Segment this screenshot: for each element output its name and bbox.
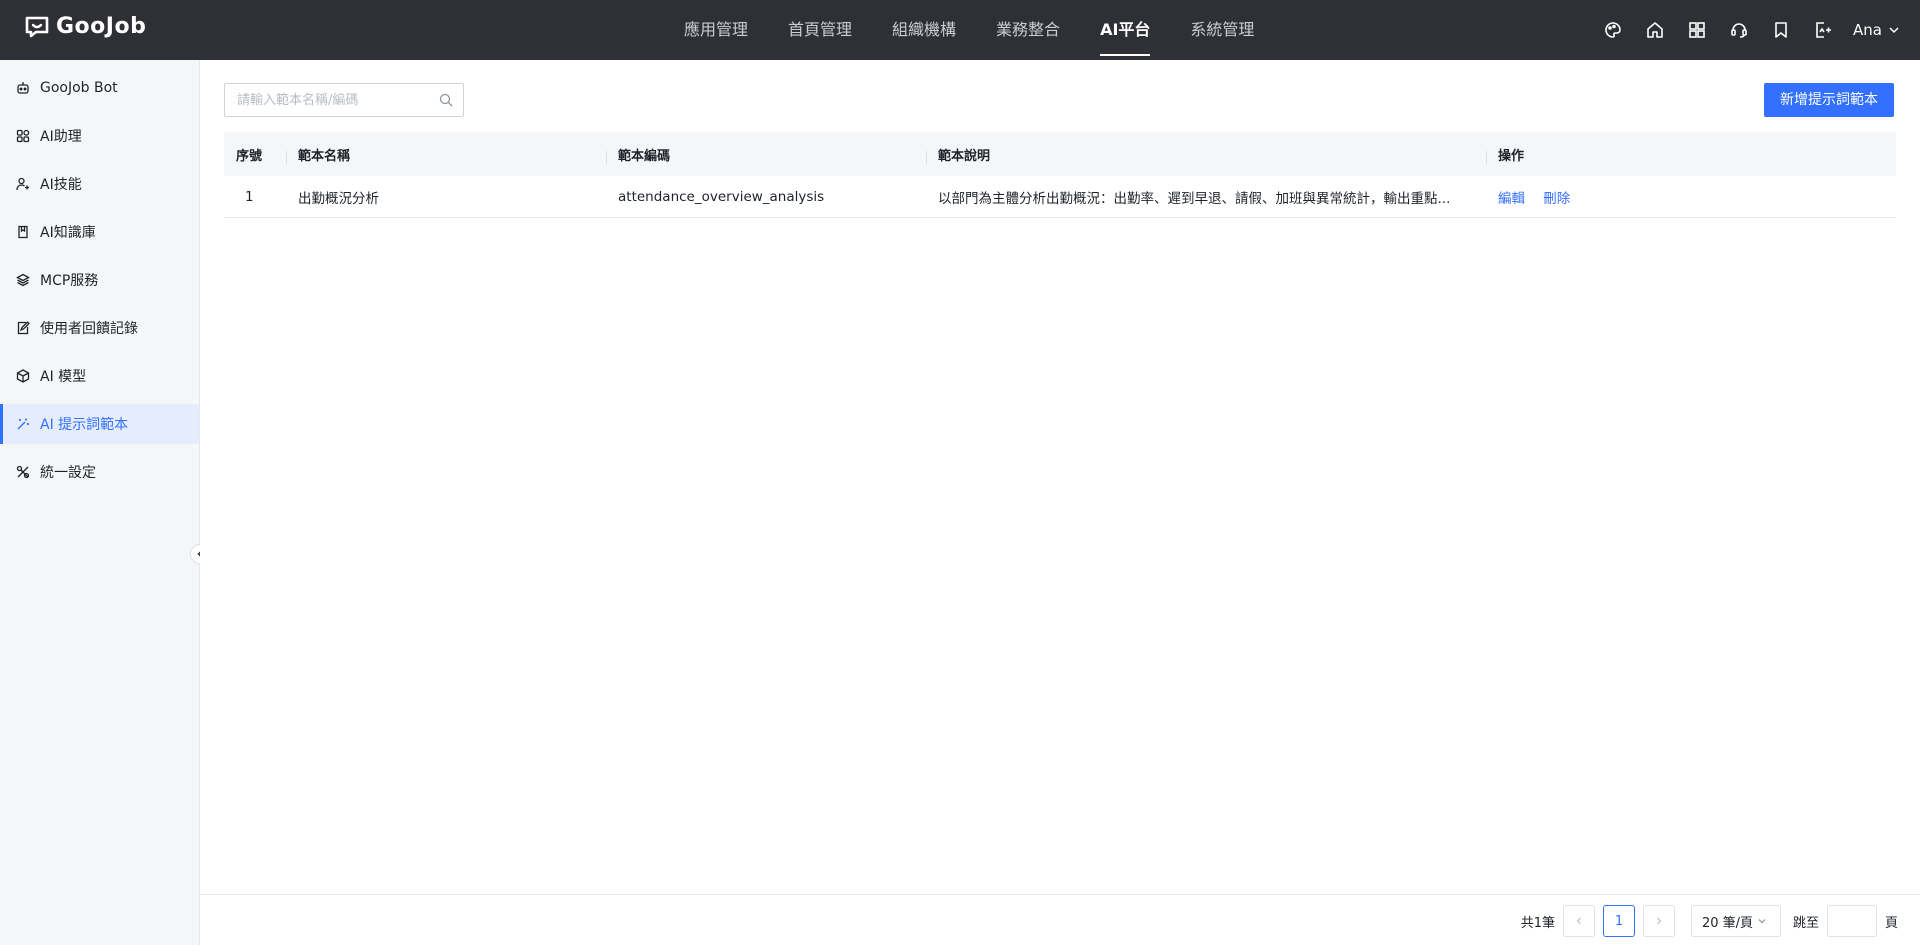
palette-icon[interactable]	[1601, 18, 1625, 42]
search-icon[interactable]	[439, 93, 453, 107]
chevron-down-icon	[1889, 27, 1899, 34]
grid-apps-icon[interactable]	[1685, 18, 1709, 42]
search-box	[224, 83, 464, 117]
delete-link[interactable]: 刪除	[1543, 191, 1570, 207]
column-header-code: 範本編碼	[606, 145, 926, 164]
page-number-button[interactable]: 1	[1602, 905, 1635, 937]
column-header-name: 範本名稱	[286, 145, 606, 164]
sidebar-item-ai-knowledge-base[interactable]: AI知識庫	[0, 212, 199, 252]
logo-mark-icon	[25, 16, 49, 37]
sidebar-item-label: AI 提示詞範本	[40, 417, 129, 433]
pagination-bar: 共1筆 1 20 筆/頁 跳至 頁	[200, 894, 1920, 945]
page-size-value: 20 筆/頁	[1701, 915, 1754, 931]
sidebar-item-label: MCP服務	[40, 273, 99, 289]
magic-wand-icon	[17, 418, 29, 430]
user-menu[interactable]: Ana	[1853, 21, 1900, 39]
cell-index: 1	[245, 188, 254, 205]
sidebar-item-label: AI助理	[40, 129, 82, 145]
home-icon[interactable]	[1643, 18, 1667, 42]
logo-text: GooJob	[56, 14, 147, 39]
top-navigation-bar: GooJob 應用管理 首頁管理 組織機構 業務整合 AI平台 系統管理 Ana	[0, 0, 1920, 60]
sidebar-item-label: AI 模型	[40, 369, 87, 385]
column-header-actions: 操作	[1486, 145, 1896, 164]
robot-icon	[17, 82, 29, 94]
sidebar-item-label: AI知識庫	[40, 225, 96, 241]
sidebar-item-goojob-bot[interactable]: GooJob Bot	[0, 68, 199, 108]
main-nav: 應用管理 首頁管理 組織機構 業務整合 AI平台 系統管理	[664, 0, 1274, 60]
jump-page-input[interactable]	[1826, 905, 1877, 937]
total-count: 共1筆	[1520, 915, 1555, 931]
sidebar-item-ai-model[interactable]: AI 模型	[0, 356, 199, 396]
sidebar: GooJob Bot AI助理 AI技能 AI知識庫 MCP服務 使用者回饋記錄…	[0, 60, 210, 945]
sidebar-item-label: GooJob Bot	[40, 80, 118, 96]
bookmark-icon[interactable]	[1769, 18, 1793, 42]
user-name: Ana	[1853, 21, 1882, 39]
main-content: 新增提示詞範本 序號 範本名稱 範本編碼 範本說明 操作 1 出勤概況分析 at…	[200, 60, 1920, 945]
tools-icon	[16, 465, 30, 479]
nav-ai-platform[interactable]: AI平台	[1080, 0, 1170, 60]
nav-system-management[interactable]: 系統管理	[1170, 0, 1274, 60]
nav-app-management[interactable]: 應用管理	[664, 0, 768, 60]
chevron-left-icon	[1576, 917, 1581, 925]
search-input[interactable]	[225, 84, 425, 116]
add-prompt-template-button[interactable]: 新增提示詞範本	[1764, 83, 1894, 117]
nav-home-management[interactable]: 首頁管理	[768, 0, 872, 60]
sidebar-item-unified-settings[interactable]: 統一設定	[0, 452, 199, 492]
apps-icon	[16, 129, 30, 143]
table-header: 序號 範本名稱 範本編碼 範本說明 操作	[224, 132, 1896, 176]
column-header-description: 範本說明	[926, 145, 1486, 164]
page-suffix: 頁	[1884, 915, 1898, 931]
cell-actions: 編輯 刪除	[1486, 187, 1896, 207]
next-page-button[interactable]	[1642, 905, 1675, 937]
support-headset-icon[interactable]	[1727, 18, 1751, 42]
page-size-select[interactable]: 20 筆/頁	[1690, 905, 1781, 937]
edit-link[interactable]: 編輯	[1498, 191, 1525, 207]
sidebar-item-label: 統一設定	[40, 465, 96, 481]
sidebar-item-ai-prompt-template[interactable]: AI 提示詞範本	[0, 404, 199, 444]
jump-label: 跳至	[1792, 915, 1819, 931]
skill-icon	[16, 177, 29, 191]
export-image-icon[interactable]	[1811, 18, 1835, 42]
cell-code: attendance_overview_analysis	[618, 188, 825, 205]
layers-icon	[16, 273, 30, 287]
cell-name: 出勤概況分析	[298, 190, 379, 207]
chevron-right-icon	[1657, 917, 1662, 925]
cell-description: 以部門為主體分析出勤概況：出勤率、遲到早退、請假、加班與異常統計，輸出重點...	[938, 190, 1451, 207]
sidebar-item-ai-assistant[interactable]: AI助理	[0, 116, 199, 156]
prev-page-button[interactable]	[1562, 905, 1595, 937]
sidebar-item-label: 使用者回饋記錄	[40, 321, 138, 337]
feedback-icon	[17, 321, 30, 335]
sidebar-item-label: AI技能	[40, 177, 82, 193]
pagination: 共1筆 1 20 筆/頁 跳至 頁	[1521, 905, 1898, 937]
template-table: 序號 範本名稱 範本編碼 範本說明 操作 1 出勤概況分析 attendance…	[224, 132, 1896, 218]
chevron-down-icon	[1758, 919, 1766, 924]
nav-organization[interactable]: 組織機構	[872, 0, 976, 60]
column-header-index: 序號	[236, 148, 263, 164]
sidebar-item-ai-skills[interactable]: AI技能	[0, 164, 199, 204]
app-logo[interactable]: GooJob	[24, 14, 146, 39]
nav-business-integration[interactable]: 業務整合	[976, 0, 1080, 60]
cube-icon	[16, 369, 30, 383]
sidebar-item-mcp-service[interactable]: MCP服務	[0, 260, 199, 300]
sidebar-item-user-feedback[interactable]: 使用者回饋記錄	[0, 308, 199, 348]
table-row: 1 出勤概況分析 attendance_overview_analysis 以部…	[224, 176, 1896, 218]
book-icon	[18, 225, 28, 239]
header-actions: Ana	[1601, 0, 1900, 60]
